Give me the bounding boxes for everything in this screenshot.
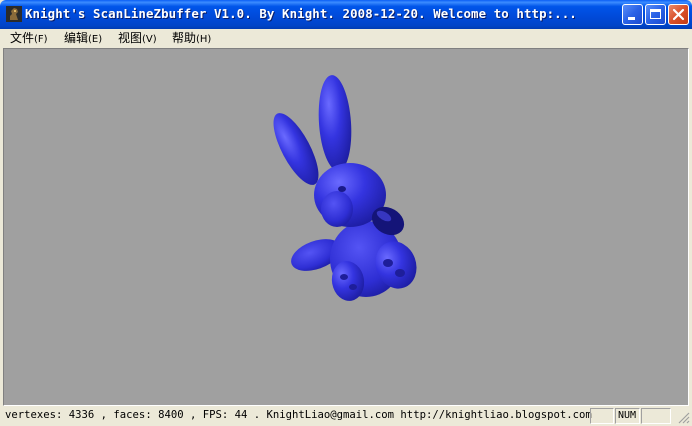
menu-edit[interactable]: 编辑(E) bbox=[62, 30, 104, 46]
menu-file-accel: (F) bbox=[34, 34, 48, 45]
minimize-button[interactable] bbox=[622, 4, 643, 25]
menu-help[interactable]: 帮助(H) bbox=[170, 30, 213, 46]
minimize-icon bbox=[628, 17, 635, 20]
status-pane-empty-2 bbox=[641, 408, 671, 424]
status-text: vertexes: 4336 , faces: 8400 , FPS: 44 .… bbox=[5, 409, 592, 421]
window-title: Knight's ScanLineZbuffer V1.0. By Knight… bbox=[25, 6, 577, 21]
menu-bar: 文件(F) 编辑(E) 视图(V) 帮助(H) bbox=[0, 29, 692, 47]
menu-file[interactable]: 文件(F) bbox=[8, 30, 50, 46]
menu-help-accel: (H) bbox=[196, 34, 212, 45]
status-pane-empty-1 bbox=[590, 408, 614, 424]
close-icon bbox=[672, 8, 685, 21]
menu-view[interactable]: 视图(V) bbox=[116, 30, 159, 46]
menu-view-accel: (V) bbox=[142, 34, 157, 45]
title-bar[interactable]: Knight's ScanLineZbuffer V1.0. By Knight… bbox=[0, 0, 692, 29]
menu-edit-label: 编辑 bbox=[64, 31, 89, 45]
menu-help-label: 帮助 bbox=[172, 31, 197, 45]
close-button[interactable] bbox=[668, 4, 689, 25]
status-bar: vertexes: 4336 , faces: 8400 , FPS: 44 .… bbox=[0, 406, 692, 426]
menu-edit-accel: (E) bbox=[88, 34, 103, 45]
bunny-model bbox=[273, 75, 417, 301]
application-window: Knight's ScanLineZbuffer V1.0. By Knight… bbox=[0, 0, 692, 426]
knight-app-icon[interactable] bbox=[6, 6, 22, 22]
status-pane-num: NUM bbox=[615, 408, 640, 424]
maximize-button[interactable] bbox=[645, 4, 666, 25]
menu-view-label: 视图 bbox=[118, 31, 143, 45]
resize-grip-icon[interactable] bbox=[678, 412, 690, 424]
render-viewport[interactable] bbox=[3, 48, 689, 406]
menu-file-label: 文件 bbox=[10, 31, 35, 45]
maximize-icon bbox=[650, 9, 661, 19]
